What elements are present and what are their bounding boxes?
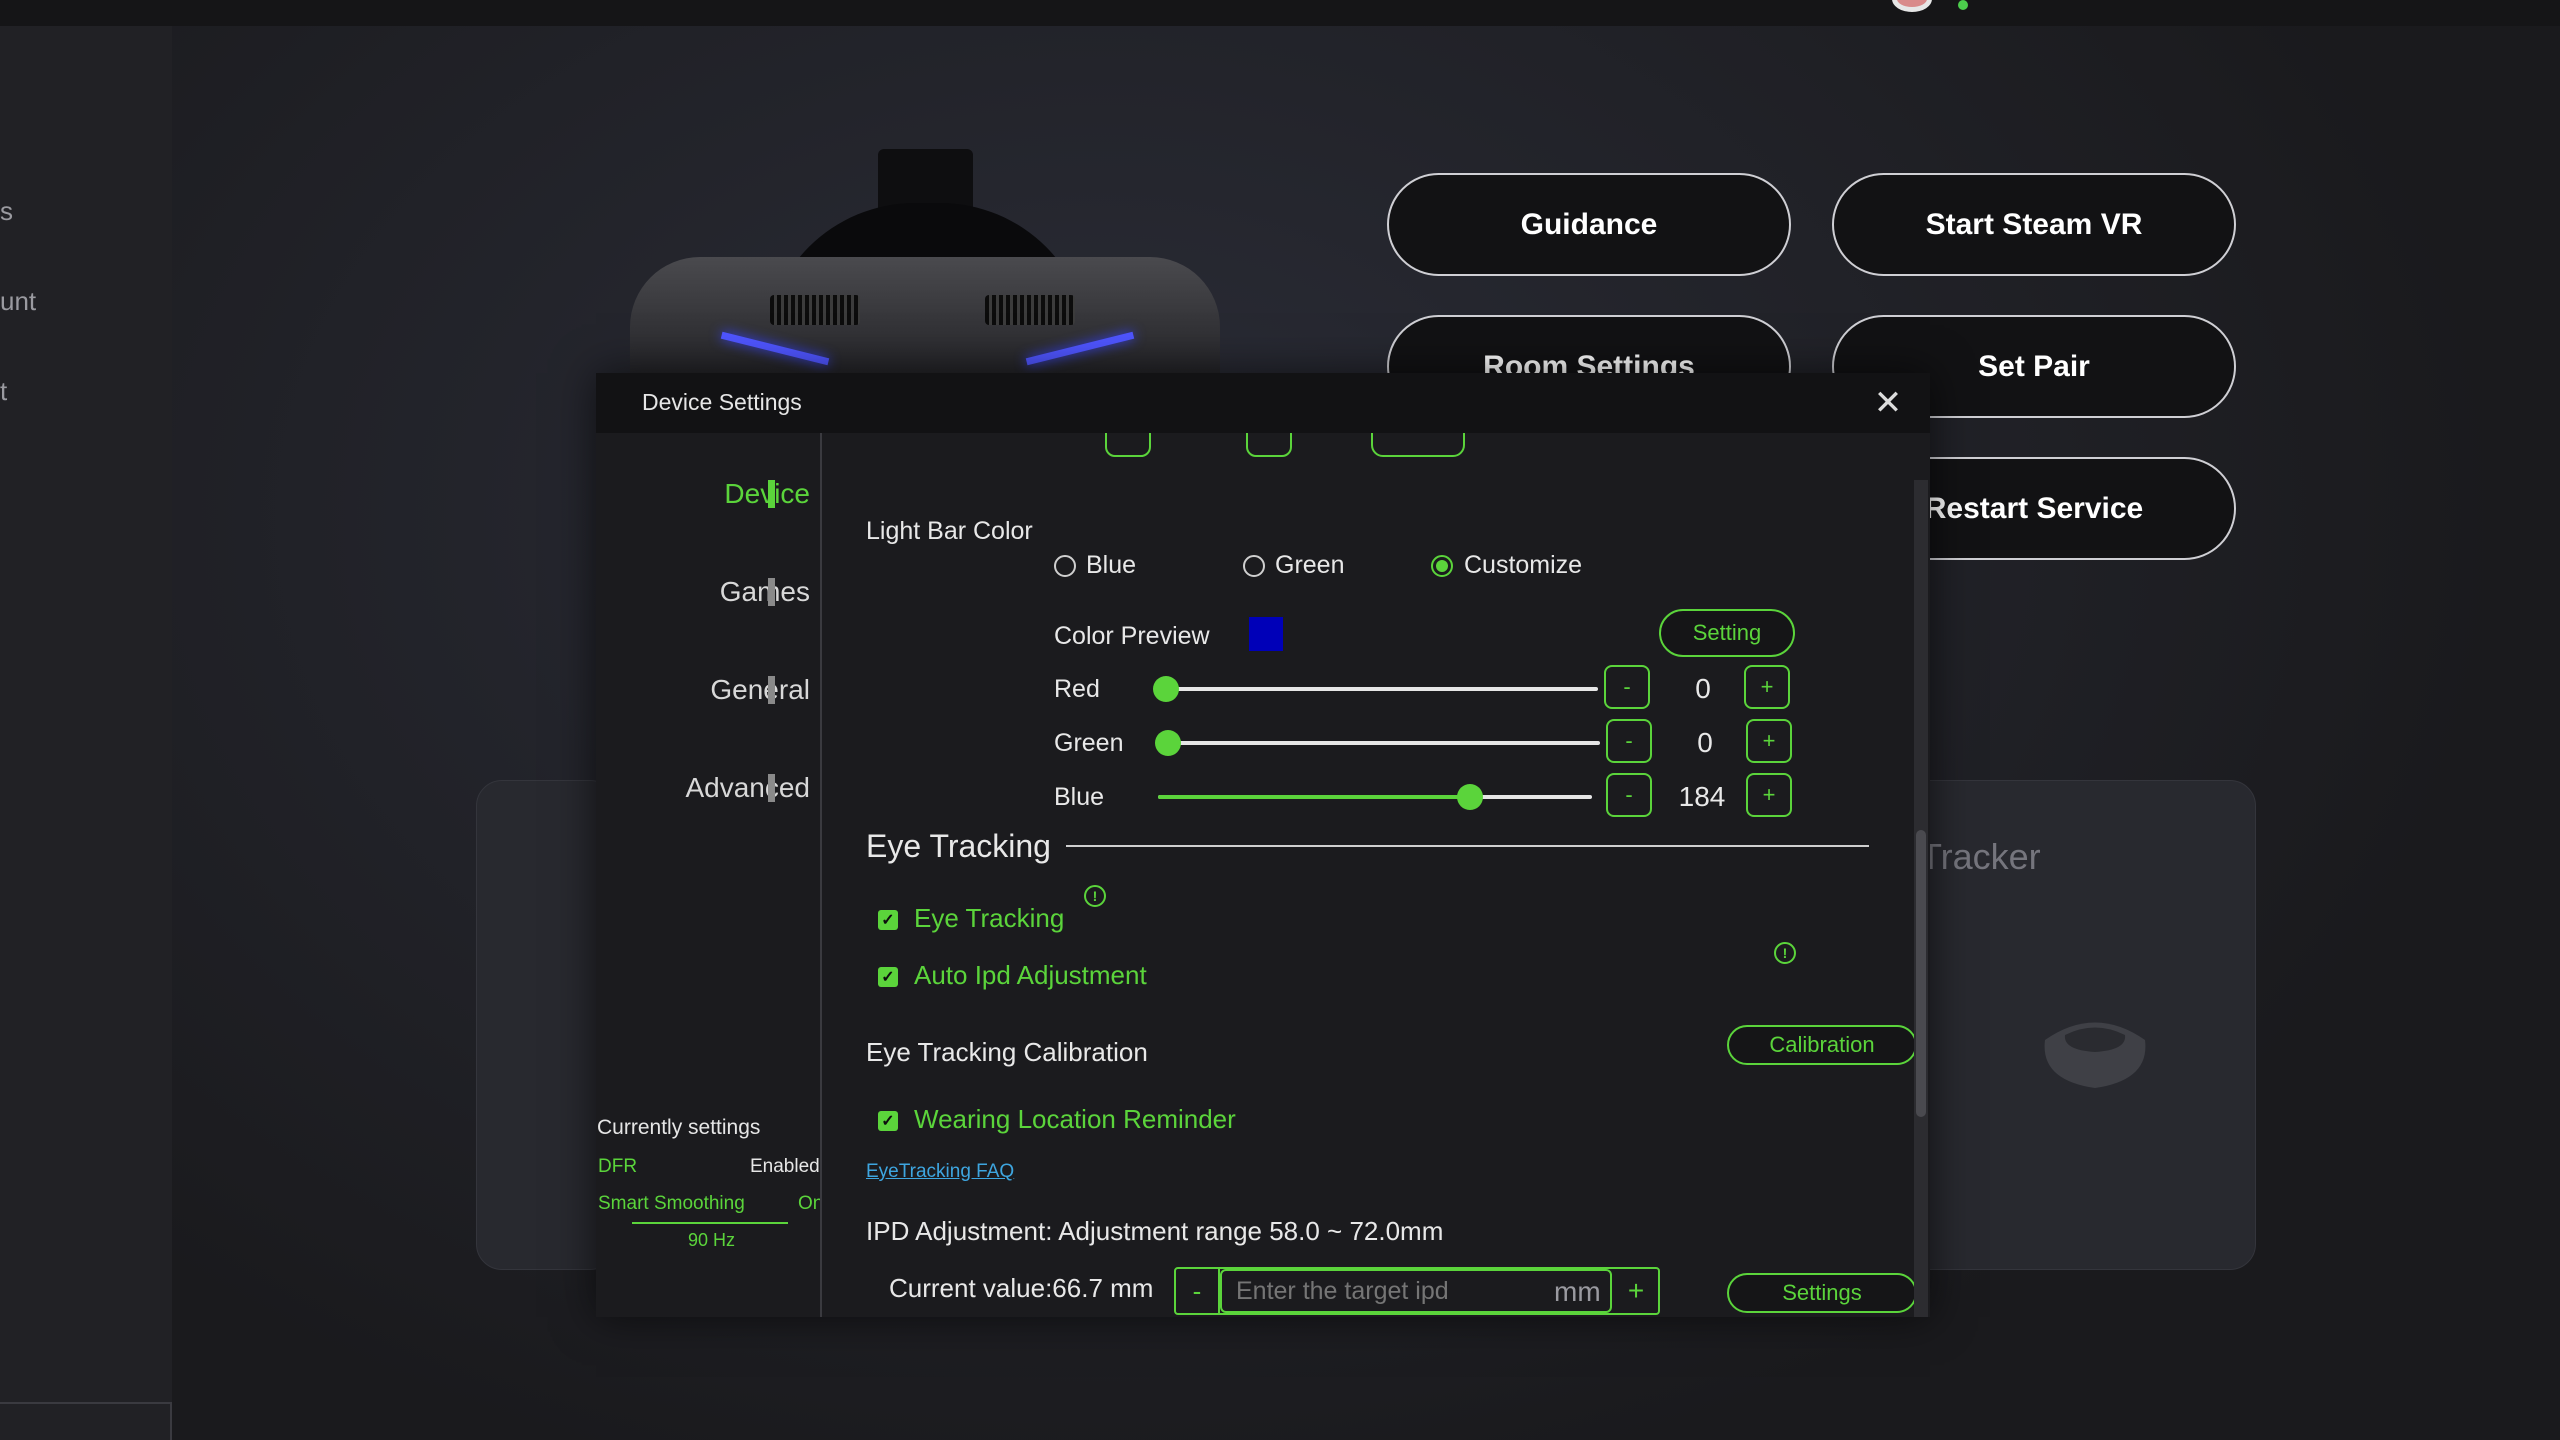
- red-label: Red: [1054, 675, 1100, 703]
- calibration-button[interactable]: Calibration: [1727, 1025, 1917, 1065]
- auto-ipd-checkbox[interactable]: ✓: [878, 967, 898, 987]
- guidance-button[interactable]: Guidance: [1387, 173, 1791, 276]
- blue-value: 184: [1678, 781, 1726, 812]
- ipd-current-value: Current value:66.7 mm: [889, 1273, 1154, 1303]
- eye-tracking-label[interactable]: Eye Tracking: [914, 903, 1064, 934]
- tracker-icon: [2044, 1022, 2146, 1088]
- radio-green[interactable]: [1243, 555, 1265, 577]
- green-label: Green: [1054, 729, 1124, 757]
- radio-blue-label[interactable]: Blue: [1086, 551, 1136, 580]
- dialog-header: Device Settings ✕: [596, 373, 1930, 433]
- radio-customize[interactable]: [1431, 555, 1453, 577]
- radio-green-label[interactable]: Green: [1275, 551, 1344, 580]
- sidebar-item[interactable]: t: [0, 376, 7, 407]
- blue-slider-fill: [1158, 795, 1471, 799]
- scrolled-button[interactable]: [1246, 433, 1292, 457]
- radio-customize-label[interactable]: Customize: [1464, 551, 1582, 580]
- nav-marker: [768, 676, 775, 704]
- refresh-rate: 90 Hz: [688, 1230, 736, 1250]
- ipd-adjustment-label: IPD Adjustment: Adjustment range 58.0 ~ …: [866, 1216, 1444, 1246]
- info-icon[interactable]: !: [1774, 942, 1796, 964]
- status-dot-icon: [1958, 0, 1968, 10]
- light-bar-color-label: Light Bar Color: [866, 517, 1033, 545]
- scrolled-button[interactable]: [1371, 433, 1465, 457]
- dfr-value: Enabled: [750, 1156, 820, 1177]
- close-icon[interactable]: ✕: [1868, 383, 1908, 423]
- blue-decrement-button[interactable]: -: [1606, 773, 1652, 817]
- nav-item-games[interactable]: Games: [720, 576, 810, 608]
- refresh-rate-divider: [632, 1222, 788, 1224]
- nav-item-advanced[interactable]: Advanced: [685, 772, 810, 804]
- nav-marker: [768, 774, 775, 802]
- green-slider[interactable]: [1155, 730, 1600, 756]
- red-decrement-button[interactable]: -: [1604, 665, 1650, 709]
- blue-slider-knob[interactable]: [1457, 784, 1484, 810]
- setting-button[interactable]: Setting: [1659, 609, 1795, 657]
- sidebar-item[interactable]: unt: [0, 286, 36, 317]
- device-settings-dialog: Device Settings ✕ Device Games General A…: [596, 373, 1930, 1317]
- smart-smoothing-value: On: [798, 1193, 820, 1214]
- wearing-reminder-checkbox[interactable]: ✓: [878, 1111, 898, 1131]
- ipd-decrement-button[interactable]: -: [1176, 1269, 1220, 1313]
- sidebar-item[interactable]: s: [0, 196, 13, 227]
- green-slider-knob[interactable]: [1155, 730, 1181, 756]
- scrolled-button[interactable]: [1105, 433, 1151, 457]
- blue-label: Blue: [1054, 783, 1105, 811]
- auto-ipd-label[interactable]: Auto Ipd Adjustment: [914, 960, 1147, 991]
- blue-increment-button[interactable]: +: [1746, 773, 1792, 817]
- section-divider: [1066, 845, 1869, 847]
- settings-content: Light Bar Color Blue Green Customize Col…: [822, 433, 1930, 1317]
- eye-tracking-calibration-label: Eye Tracking Calibration: [866, 1037, 1148, 1067]
- smart-smoothing-label: Smart Smoothing: [598, 1193, 745, 1214]
- ipd-increment-button[interactable]: +: [1614, 1269, 1658, 1313]
- color-preview-label: Color Preview: [1054, 622, 1210, 650]
- dfr-label: DFR: [598, 1156, 638, 1177]
- radio-blue[interactable]: [1054, 555, 1076, 577]
- dialog-title: Device Settings: [642, 389, 802, 415]
- eye-tracking-section-title: Eye Tracking: [866, 828, 1051, 864]
- green-value: 0: [1697, 727, 1713, 758]
- nav-active-marker: [768, 480, 775, 508]
- eye-tracking-checkbox[interactable]: ✓: [878, 910, 898, 930]
- start-steam-vr-button[interactable]: Start Steam VR: [1832, 173, 2236, 276]
- ipd-unit: mm: [1554, 1276, 1601, 1307]
- app-logo-icon: [1892, 0, 1932, 12]
- eyetracking-faq-link[interactable]: EyeTracking FAQ: [866, 1161, 1014, 1183]
- red-value: 0: [1695, 673, 1711, 704]
- nav-item-general[interactable]: General: [710, 674, 810, 706]
- top-bar: [0, 0, 2560, 26]
- sidebar-footer: [0, 1402, 172, 1440]
- red-slider-knob[interactable]: [1153, 676, 1179, 702]
- ipd-settings-button[interactable]: Settings: [1727, 1273, 1917, 1313]
- nav-marker: [768, 578, 775, 606]
- scrollbar-thumb[interactable]: [1916, 830, 1926, 1117]
- info-icon[interactable]: !: [1084, 885, 1106, 907]
- ipd-input-group: - mm +: [1174, 1267, 1660, 1315]
- sidebar: s unt t: [0, 26, 172, 1440]
- headset-image: [620, 145, 1220, 377]
- current-settings-heading: Currently settings: [597, 1116, 761, 1139]
- red-slider[interactable]: [1153, 676, 1598, 702]
- blue-slider[interactable]: [1158, 784, 1592, 810]
- device-card[interactable]: [476, 780, 616, 1270]
- green-decrement-button[interactable]: -: [1606, 719, 1652, 763]
- wearing-reminder-label[interactable]: Wearing Location Reminder: [914, 1104, 1236, 1135]
- tracker-label: Tracker: [1920, 836, 2041, 877]
- color-preview-swatch: [1249, 617, 1283, 651]
- red-increment-button[interactable]: +: [1744, 665, 1790, 709]
- green-increment-button[interactable]: +: [1746, 719, 1792, 763]
